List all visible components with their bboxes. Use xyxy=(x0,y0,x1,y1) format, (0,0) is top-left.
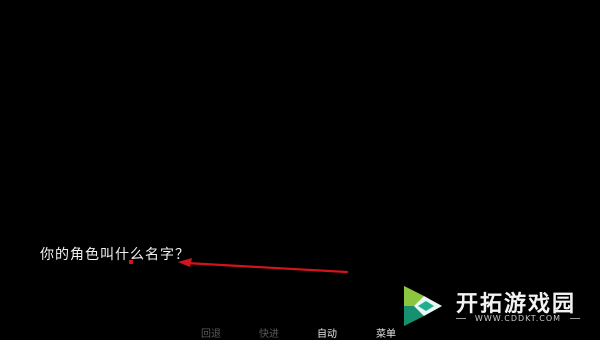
menu-auto-button[interactable]: 自动 xyxy=(317,325,337,340)
game-screen[interactable]: 你的角色叫什么名字？ 回退 快进 自动 菜单 开拓游戏园 WWW.CDDKT.C… xyxy=(0,0,600,340)
arrow-shaft xyxy=(184,261,349,274)
menu-main-button[interactable]: 菜单 xyxy=(376,325,396,340)
menu-skip-button[interactable]: 快进 xyxy=(259,325,279,340)
watermark: 开拓游戏园 WWW.CDDKT.COM xyxy=(398,282,594,330)
watermark-divider-right xyxy=(570,318,580,319)
watermark-url: WWW.CDDKT.COM xyxy=(474,314,562,323)
menu-back-button[interactable]: 回退 xyxy=(201,325,221,340)
play-triangle-logo-icon xyxy=(404,286,442,326)
dialogue-text: 你的角色叫什么名字？ xyxy=(40,247,190,263)
